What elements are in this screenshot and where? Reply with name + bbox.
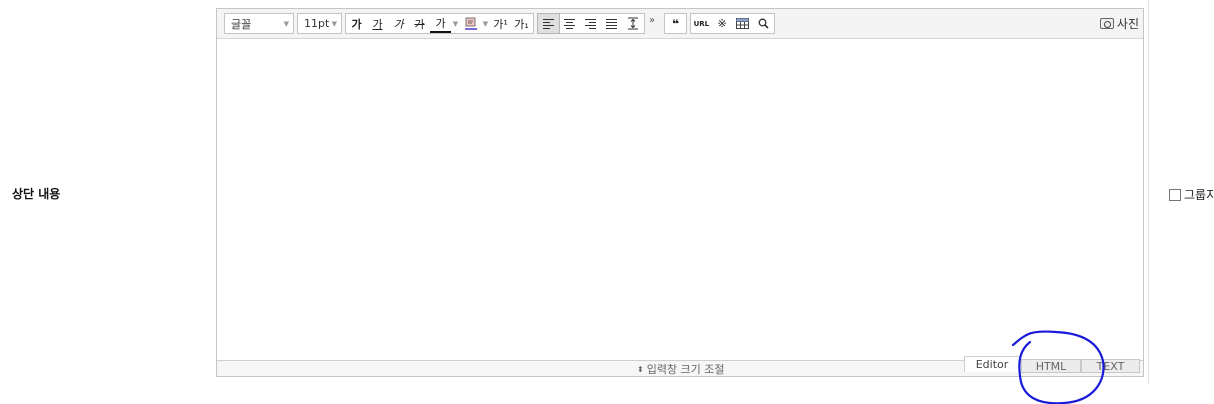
line-height-button[interactable] [622, 14, 643, 33]
column-divider [1148, 0, 1149, 384]
text-style-group: 가 가 가 가 가 ▼ ▼ 가¹ 가₁ [345, 13, 534, 34]
font-size-select[interactable]: 11pt ▼ [297, 13, 342, 34]
chevron-down-icon: ▼ [283, 19, 289, 28]
italic-button[interactable]: 가 [388, 14, 409, 33]
group-checkbox[interactable]: 그룹지 [1169, 186, 1214, 203]
quote-group: ❝ [664, 13, 687, 34]
insert-photo-button[interactable]: 사진 [1099, 15, 1139, 32]
align-right-button[interactable] [580, 14, 601, 33]
camera-icon [1099, 18, 1114, 29]
tab-editor[interactable]: Editor [964, 356, 1020, 372]
subscript-button[interactable]: 가₁ [511, 14, 532, 33]
font-family-select[interactable]: 글꼴 ▼ [224, 13, 294, 34]
tab-html[interactable]: HTML [1021, 359, 1081, 373]
font-size-value: 11pt [304, 17, 330, 30]
align-justify-icon [606, 18, 617, 29]
row-label: 상단 내용 [12, 187, 61, 201]
bold-button[interactable]: 가 [346, 14, 367, 33]
align-right-icon [585, 18, 596, 29]
search-icon [758, 18, 769, 29]
chevron-down-icon[interactable]: ▼ [481, 14, 490, 33]
alignment-group [537, 13, 645, 34]
chevron-down-icon[interactable]: ▼ [451, 14, 460, 33]
quote-button[interactable]: ❝ [665, 14, 686, 33]
highlight-color-button[interactable] [460, 14, 481, 33]
align-justify-button[interactable] [601, 14, 622, 33]
insert-group: URL ※ [690, 13, 775, 34]
superscript-button[interactable]: 가¹ [490, 14, 511, 33]
align-left-icon [543, 18, 554, 29]
checkbox-label: 그룹지 [1184, 188, 1214, 202]
align-left-button[interactable] [537, 13, 560, 34]
tab-text[interactable]: TEXT [1081, 359, 1140, 373]
editor-toolbar: 글꼴 ▼ 11pt ▼ 가 가 가 가 가 ▼ ▼ 가¹ 가₁ » ❝ URL … [217, 9, 1143, 39]
resize-handle[interactable]: ⬍ 입력창 크기 조절 [637, 361, 725, 377]
font-family-value: 글꼴 [231, 17, 252, 31]
underline-button[interactable]: 가 [367, 14, 388, 33]
align-center-icon [564, 18, 575, 29]
resize-label: 입력창 크기 조절 [646, 363, 725, 376]
highlighter-icon [464, 17, 477, 30]
find-button[interactable] [753, 14, 774, 33]
rich-text-editor: 글꼴 ▼ 11pt ▼ 가 가 가 가 가 ▼ ▼ 가¹ 가₁ » ❝ URL … [216, 8, 1144, 377]
special-char-button[interactable]: ※ [712, 14, 733, 33]
chevron-down-icon: ▼ [331, 19, 337, 28]
strikethrough-button[interactable]: 가 [409, 14, 430, 33]
line-height-icon [627, 17, 638, 30]
resize-arrows-icon: ⬍ [637, 364, 644, 374]
table-icon [736, 18, 750, 29]
align-center-button[interactable] [559, 14, 580, 33]
photo-label: 사진 [1116, 17, 1139, 31]
editor-content-area[interactable] [217, 40, 1143, 360]
more-tools-button[interactable]: » [649, 15, 655, 26]
link-url-button[interactable]: URL [691, 14, 712, 33]
checkbox[interactable] [1169, 188, 1181, 201]
table-button[interactable] [733, 14, 754, 33]
font-color-button[interactable]: 가 [430, 14, 451, 33]
